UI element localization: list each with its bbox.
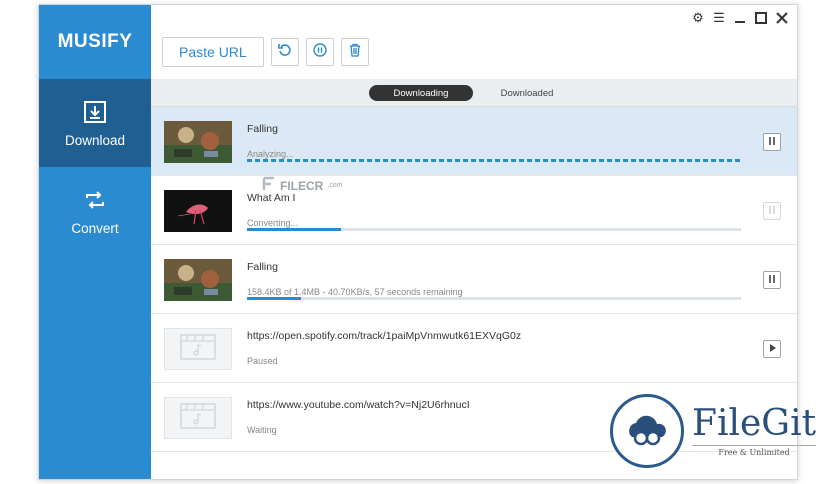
list-item[interactable]: https://open.spotify.com/track/1paiMpVnm… bbox=[151, 314, 797, 383]
toolbar: Paste URL bbox=[162, 37, 369, 67]
pause-button[interactable] bbox=[763, 133, 781, 151]
download-title: https://www.youtube.com/watch?v=Nj2U6rhn… bbox=[247, 399, 470, 411]
thumbnail bbox=[164, 190, 232, 232]
paste-url-button[interactable]: Paste URL bbox=[162, 37, 264, 67]
menu-icon[interactable]: ☰ bbox=[712, 10, 726, 25]
list-item[interactable]: What Am I Converting... bbox=[151, 176, 797, 245]
tab-bar: Downloading Downloaded bbox=[151, 79, 797, 107]
download-title: Falling bbox=[247, 261, 278, 273]
sidebar-item-label: Convert bbox=[71, 220, 119, 236]
music-file-icon bbox=[180, 402, 216, 434]
download-icon bbox=[82, 99, 108, 125]
pause-icon bbox=[767, 202, 777, 220]
list-item[interactable]: Falling Analyzing... bbox=[151, 107, 797, 176]
sidebar-item-convert[interactable]: Convert bbox=[39, 167, 151, 255]
download-status: Paused bbox=[247, 356, 278, 366]
tab-downloaded[interactable]: Downloaded bbox=[487, 85, 567, 101]
watermark-suffix: .com bbox=[327, 182, 343, 189]
filecr-watermark: FILECR .com bbox=[262, 176, 343, 195]
pause-button[interactable] bbox=[763, 202, 781, 220]
pause-all-icon bbox=[313, 42, 327, 62]
delete-button[interactable] bbox=[340, 38, 369, 66]
filegit-name: FileGit bbox=[692, 402, 817, 444]
play-icon bbox=[767, 340, 777, 358]
pause-icon bbox=[767, 133, 777, 151]
progress-indeterminate bbox=[247, 159, 741, 162]
trash-icon bbox=[348, 43, 362, 62]
download-status: Analyzing... bbox=[247, 149, 294, 159]
thumbnail-placeholder bbox=[164, 328, 232, 370]
progress-bar bbox=[247, 228, 741, 231]
refresh-icon bbox=[277, 43, 292, 62]
progress-fill bbox=[247, 297, 302, 300]
thumbnail bbox=[164, 121, 232, 163]
close-icon[interactable] bbox=[775, 11, 789, 25]
convert-icon bbox=[82, 187, 108, 213]
watermark-logo-icon bbox=[262, 176, 276, 195]
download-status: 158.4KB of 1.4MB - 40.70KB/s, 57 seconds… bbox=[247, 287, 463, 297]
filegit-overlay-logo: FileGit Free & Unlimited bbox=[610, 390, 822, 472]
download-title: Falling bbox=[247, 123, 278, 135]
sidebar-item-label: Download bbox=[64, 132, 126, 148]
tab-downloading[interactable]: Downloading bbox=[369, 85, 473, 101]
progress-fill bbox=[247, 228, 341, 231]
download-status: Waiting bbox=[247, 425, 277, 435]
sidebar-item-download[interactable]: Download bbox=[39, 79, 151, 167]
resume-button[interactable] bbox=[763, 340, 781, 358]
gear-icon[interactable]: ⚙ bbox=[691, 10, 705, 25]
window-controls: ⚙ ☰ bbox=[691, 10, 789, 25]
filegit-logo-icon bbox=[610, 394, 684, 468]
pause-icon bbox=[767, 271, 777, 289]
minimize-icon[interactable] bbox=[733, 11, 747, 25]
thumbnail-placeholder bbox=[164, 397, 232, 439]
pause-all-button[interactable] bbox=[305, 38, 334, 66]
thumbnail bbox=[164, 259, 232, 301]
filegit-tagline: Free & Unlimited bbox=[692, 444, 817, 457]
download-title: https://open.spotify.com/track/1paiMpVnm… bbox=[247, 330, 522, 342]
progress-bar bbox=[247, 297, 741, 300]
watermark-text: FILECR bbox=[280, 178, 324, 193]
music-file-icon bbox=[180, 333, 216, 365]
refresh-button[interactable] bbox=[270, 38, 299, 66]
app-logo: MUSIFY bbox=[57, 31, 133, 52]
pause-button[interactable] bbox=[763, 271, 781, 289]
download-status: Converting... bbox=[247, 218, 299, 228]
maximize-icon[interactable] bbox=[754, 11, 768, 25]
sidebar: MUSIFY Download Convert bbox=[39, 5, 151, 479]
list-item[interactable]: Falling 158.4KB of 1.4MB - 40.70KB/s, 57… bbox=[151, 245, 797, 314]
